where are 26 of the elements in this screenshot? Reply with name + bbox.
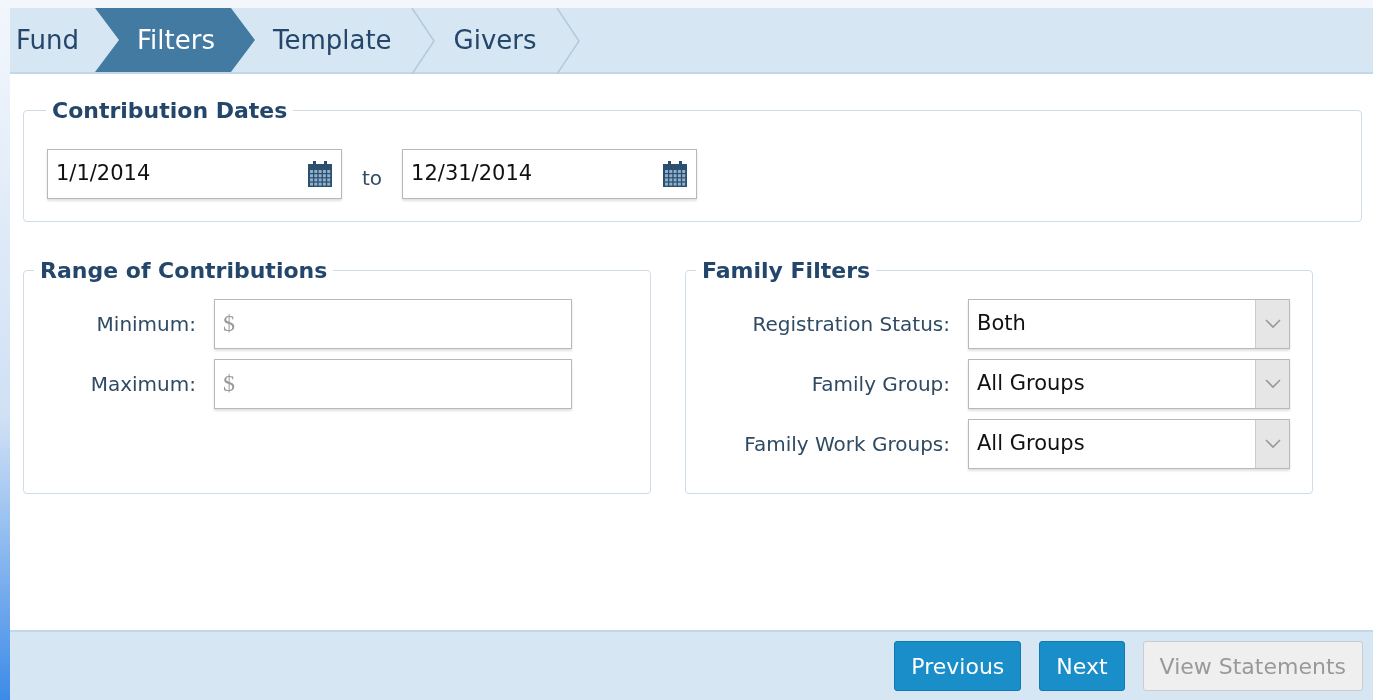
amount-input[interactable]: $	[214, 299, 572, 349]
nav-button[interactable]: Next	[1039, 641, 1125, 691]
range-separator: to	[362, 165, 383, 192]
wizard-step[interactable]: Fund	[10, 8, 97, 72]
calendar-icon[interactable]	[662, 160, 689, 188]
dropdown-field[interactable]: All Groups	[968, 359, 1290, 409]
amount-input[interactable]: $	[214, 359, 572, 409]
field-label: Family Group:	[810, 371, 950, 398]
field-label: Minimum:	[95, 311, 196, 338]
chevron-down-icon	[1264, 379, 1281, 389]
dropdown-field[interactable]: Both	[968, 299, 1290, 349]
chevron-separator-icon	[409, 8, 436, 74]
field-label: Registration Status:	[751, 311, 950, 338]
calendar-icon[interactable]	[307, 160, 333, 188]
date-field[interactable]: 12/31/2014	[402, 149, 698, 199]
dropdown-field[interactable]: All Groups	[968, 419, 1290, 469]
chevron-down-icon	[1264, 319, 1281, 329]
field-label: Maximum:	[89, 371, 196, 398]
chevron-down-icon	[1264, 439, 1281, 449]
date-field[interactable]: 1/1/2014	[47, 149, 342, 199]
nav-button[interactable]: Previous	[894, 641, 1022, 691]
field-label: Family Work Groups:	[743, 431, 950, 458]
wizard-step[interactable]: Template	[254, 8, 410, 72]
chevron-separator-icon	[554, 8, 581, 74]
wizard-step[interactable]: Givers	[435, 8, 555, 72]
wizard-step[interactable]: Filters	[95, 8, 255, 72]
